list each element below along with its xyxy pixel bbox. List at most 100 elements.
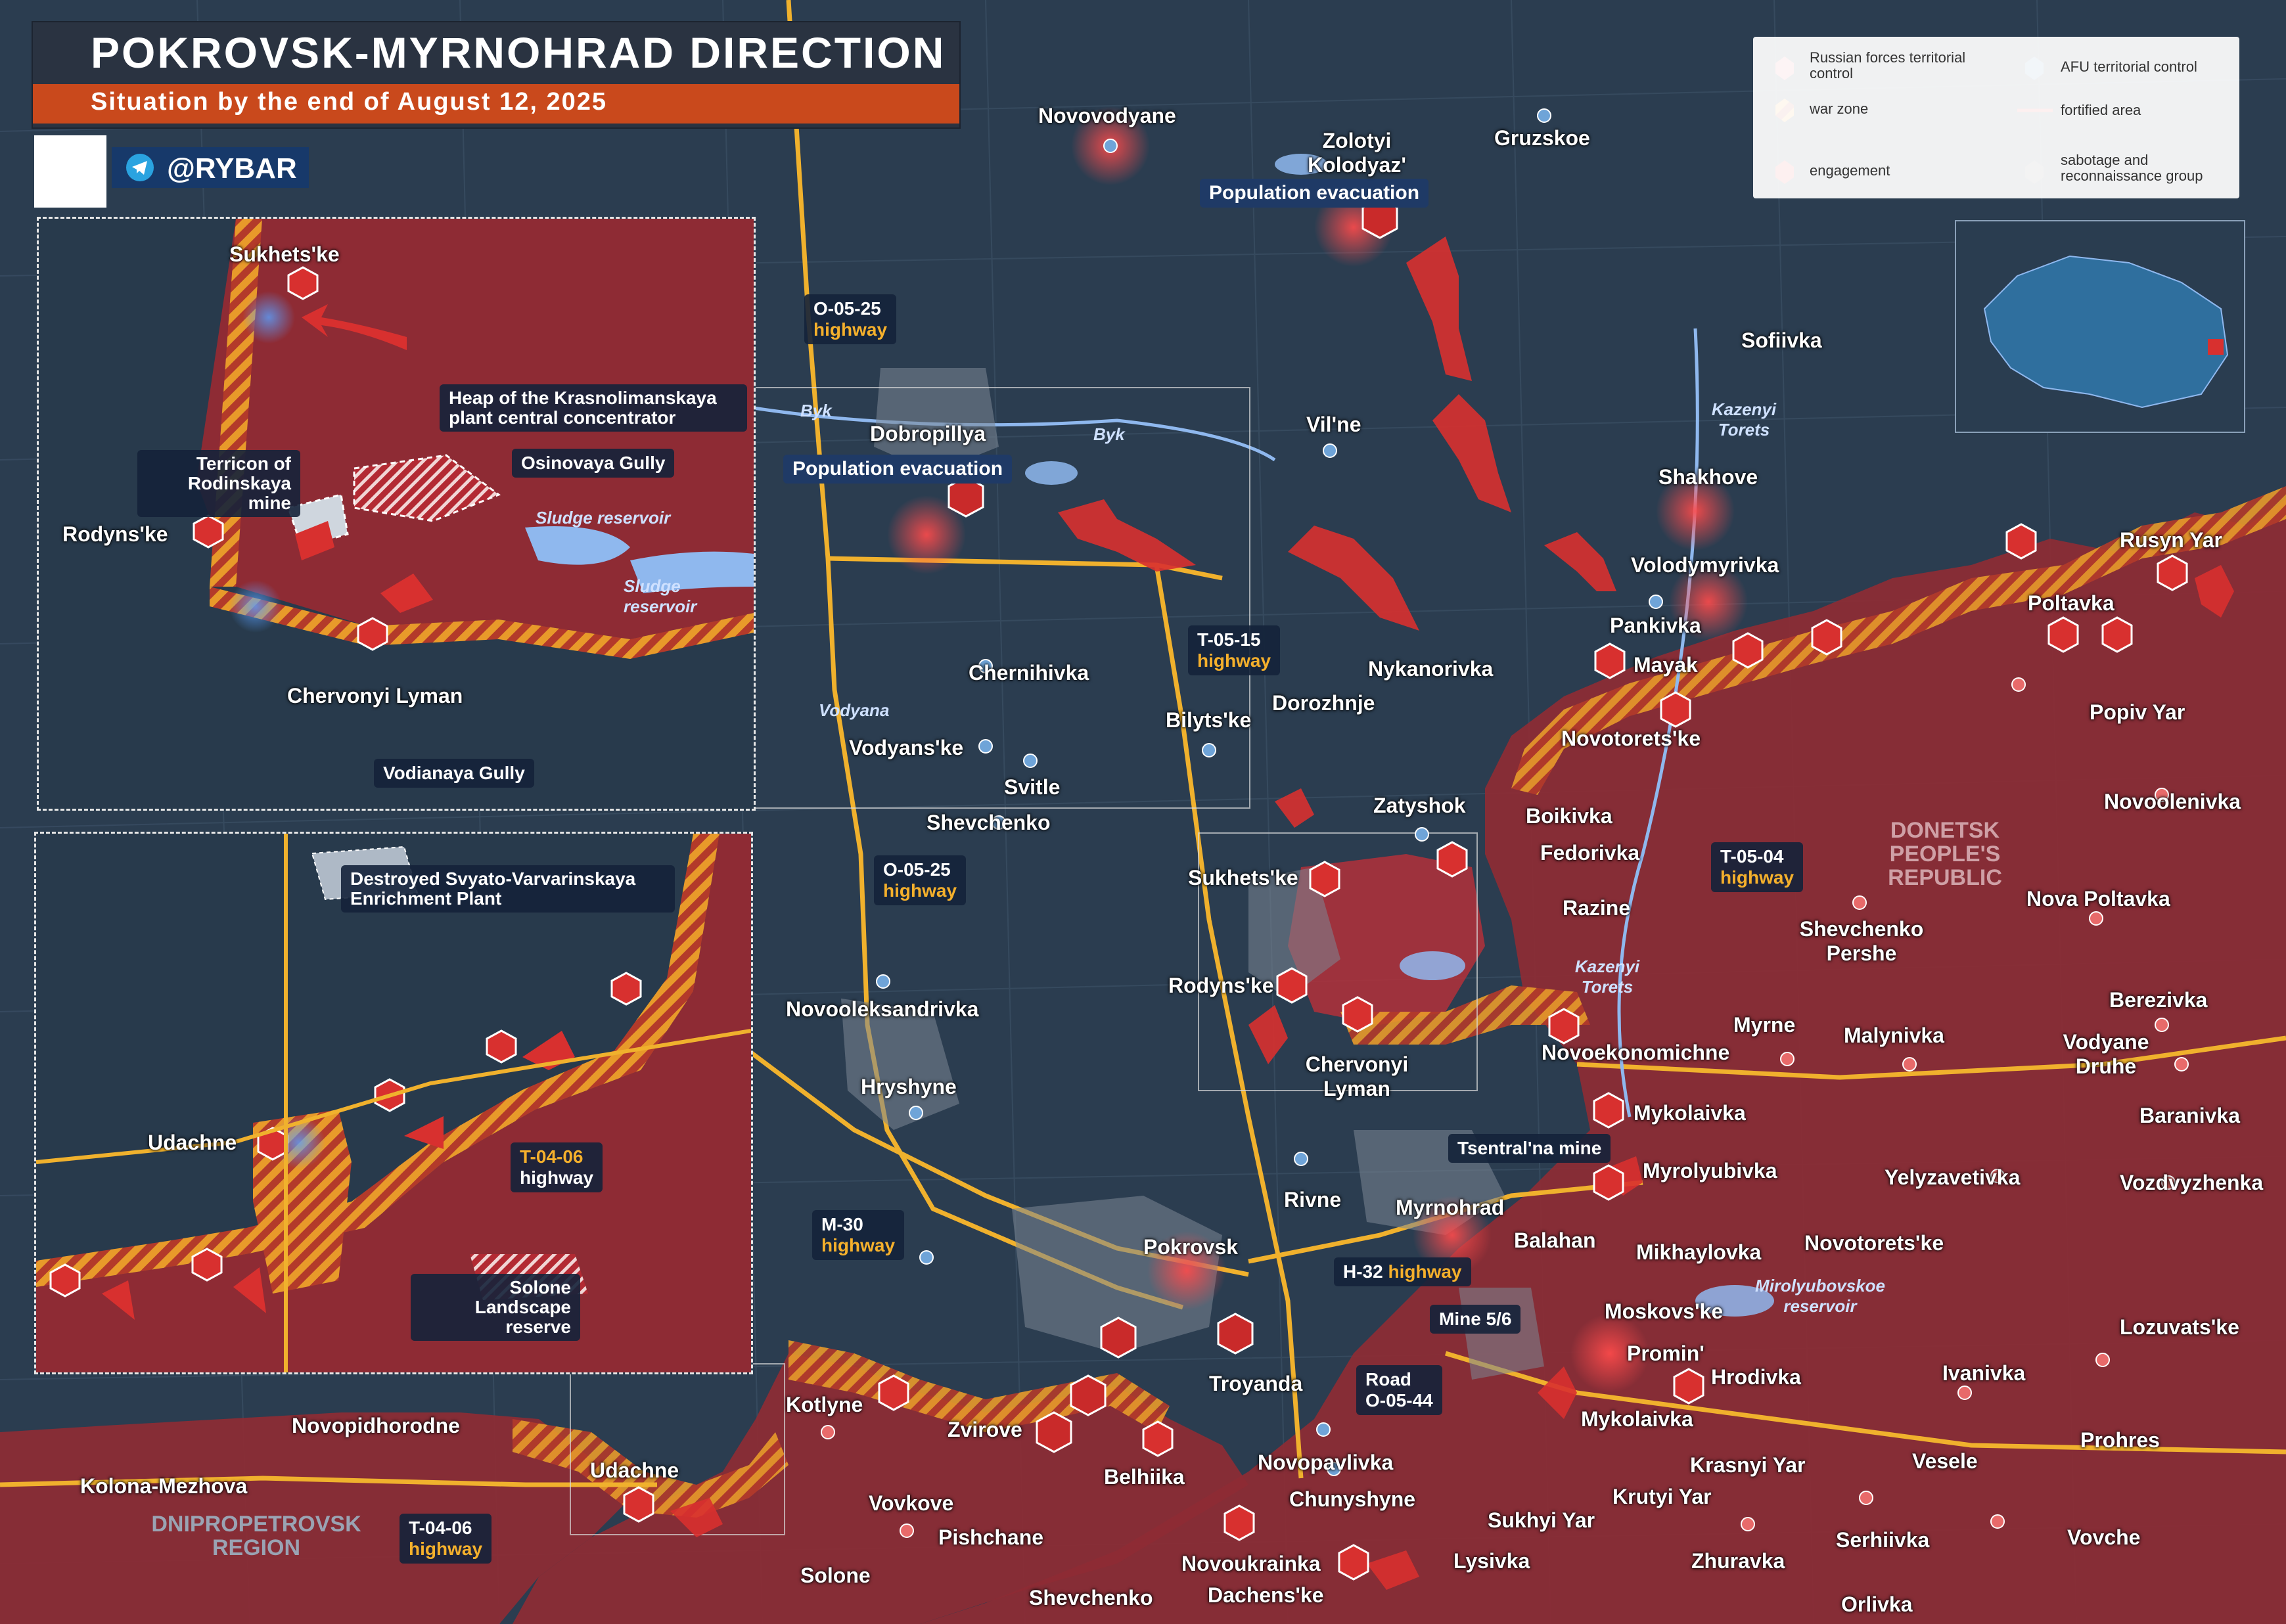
qr-code[interactable]	[34, 135, 106, 208]
place-novotoretske-north: Novotorets'ke	[1561, 727, 1701, 750]
place-gruzskoe: Gruzskoe	[1494, 126, 1590, 150]
ukraine-overview-map	[1955, 220, 2245, 433]
place-ivanivka: Ivanivka	[1942, 1361, 2026, 1385]
place-lozuvatske: Lozuvats'ke	[2120, 1315, 2239, 1339]
place-vozdvyzhenka: Vozdvyzhenka	[2120, 1171, 2264, 1194]
place-belhiika: Belhiika	[1104, 1465, 1185, 1489]
place-shevchenko-south: Shevchenko	[1029, 1586, 1153, 1610]
legend-warzone: war zone	[1810, 101, 1869, 117]
sabotage-icon	[1217, 1313, 1254, 1355]
place-novoekonomichne: Novoekonomichne	[1542, 1041, 1730, 1064]
place-vilne: Vil'ne	[1306, 413, 1361, 436]
legend-engagement: engagement	[1810, 162, 1890, 179]
engagement-icon	[1548, 1008, 1580, 1045]
place-dachenske: Dachens'ke	[1208, 1583, 1324, 1607]
place-boikivka: Boikivka	[1526, 804, 1612, 828]
place-baranivka: Baranivka	[2139, 1104, 2240, 1127]
place-zatyshok: Zatyshok	[1373, 794, 1466, 817]
engagement-icon	[1223, 1504, 1255, 1541]
evacuation-dobropillya: Population evacuation	[783, 455, 1013, 484]
place-troyanda: Troyanda	[1209, 1372, 1303, 1395]
place-svitle: Svitle	[1004, 775, 1061, 799]
place-zolotyi-kolodyaz: Zolotyi Kolodyaz'	[1308, 129, 1406, 177]
inset-water-sludge1: Sludge reservoir	[536, 508, 671, 528]
inset-rodynske: Sukhets'ke Heap of the Krasnolimanskaya …	[37, 217, 756, 811]
inset-udachne: Destroyed Svyato-Varvarinskaya Enrichmen…	[34, 832, 753, 1374]
place-volodymyrivka: Volodymyrivka	[1631, 553, 1779, 577]
engagement-icon	[1338, 1544, 1369, 1581]
place-novotoretske-south: Novotorets'ke	[1804, 1231, 1944, 1255]
engagement-icon	[1593, 1092, 1624, 1129]
place-pokrovsk: Pokrovsk	[1143, 1235, 1239, 1259]
engagement-icon	[2101, 616, 2133, 653]
engagement-icon	[1660, 691, 1691, 728]
place-sofiivka: Sofiivka	[1741, 328, 1822, 352]
water-kazenyi-2: Kazenyi Torets	[1574, 957, 1640, 997]
place-novoukrainka: Novoukrainka	[1181, 1552, 1321, 1575]
brand-handle: @RYBAR	[167, 152, 297, 185]
place-shakhove: Shakhove	[1658, 465, 1758, 489]
place-mykolaivka-south: Mykolaivka	[1581, 1407, 1693, 1431]
road-t0515: T-05-15 highway	[1188, 625, 1281, 675]
engagement-icon	[1276, 967, 1308, 1004]
place-chernihivka: Chernihivka	[969, 661, 1089, 685]
inset-label-osinovaya: Osinovaya Gully	[512, 449, 675, 478]
place-vovche: Vovche	[2067, 1525, 2141, 1549]
engagement-icon	[623, 1486, 654, 1523]
place-myrne: Myrne	[1733, 1013, 1796, 1037]
place-novopavlivka: Novopavlivka	[1258, 1451, 1394, 1474]
place-novooleksandrivka: Novooleksandrivka	[786, 997, 979, 1021]
place-pishchane: Pishchane	[938, 1525, 1044, 1549]
road-t0406: T-04-06 highway	[400, 1514, 492, 1564]
place-nykanorivka: Nykanorivka	[1368, 657, 1494, 681]
road-o0525-south: O-05-25 highway	[874, 855, 967, 905]
engagement-icon	[2047, 616, 2079, 653]
place-razine: Razine	[1563, 896, 1631, 920]
place-fedorivka: Fedorivka	[1540, 841, 1640, 865]
page-subtitle: Situation by the end of August 12, 2025	[91, 88, 608, 116]
place-lysivka: Lysivka	[1453, 1549, 1530, 1573]
legend-russian: Russian forces territorial control	[1810, 49, 1966, 81]
inset-label-heap: Heap of the Krasnolimanskaya plant centr…	[440, 384, 747, 432]
road-o0525-north: O-05-25 highway	[804, 294, 897, 344]
telegram-icon	[126, 154, 154, 181]
inset-label-udachne: Udachne	[148, 1131, 237, 1154]
legend-sabotage: sabotage and reconnaissance group	[2061, 152, 2203, 184]
place-mykolaivka-north: Mykolaivka	[1634, 1101, 1746, 1125]
water-byk-1: Byk	[800, 401, 832, 420]
place-orlivka: Orlivka	[1841, 1592, 1913, 1616]
title-banner: POKROVSK-MYRNOHRAD DIRECTION Situation b…	[33, 22, 959, 127]
place-vodyane-druhe: Vodyane Druhe	[2063, 1030, 2149, 1078]
place-mikhaylovka: Mikhaylovka	[1636, 1240, 1762, 1264]
water-mirolyubovskoe: Mirolyubovskoe reservoir	[1755, 1276, 1885, 1316]
place-popiv-yar: Popiv Yar	[2090, 700, 2185, 724]
engagement-icon	[1142, 1420, 1174, 1457]
road-t0504: T-05-04 highway	[1711, 842, 1804, 892]
place-rodynske: Rodyns'ke	[1168, 974, 1274, 997]
region-dpr: DONETSK PEOPLE'S REPUBLIC	[1888, 818, 2002, 890]
inset-water-sludge2: Sludge reservoir	[624, 576, 697, 616]
place-kotlyne: Kotlyne	[786, 1393, 863, 1416]
place-novopidhorodne: Novopidhorodne	[292, 1414, 460, 1437]
place-solone: Solone	[800, 1564, 871, 1587]
brand-badge[interactable]: @RYBAR	[112, 147, 309, 188]
inset-label-terricon: Terricon of Rodinskaya mine	[137, 450, 300, 517]
place-zhuravka: Zhuravka	[1691, 1549, 1785, 1573]
inset-label-rodynske: Rodyns'ke	[62, 522, 168, 546]
place-kolona-mezhova: Kolona-Mezhova	[80, 1474, 248, 1498]
engagement-icon	[2157, 554, 2188, 591]
engagement-icon	[1436, 841, 1468, 878]
road-o0544: Road O-05-44	[1356, 1365, 1442, 1415]
place-chervonyi-lyman: Chervonyi Lyman	[1305, 1052, 1409, 1100]
legend-fortified: fortified area	[2061, 102, 2141, 118]
place-hryshyne: Hryshyne	[861, 1075, 957, 1098]
engagement-icon	[1811, 619, 1842, 656]
place-sukhyi-yar: Sukhyi Yar	[1488, 1508, 1595, 1532]
engagement-icon	[878, 1374, 909, 1411]
place-krasnyi-yar: Krasnyi Yar	[1690, 1453, 1806, 1477]
engagement-icon	[1732, 632, 1764, 669]
place-nova-poltavka: Nova Poltavka	[2026, 887, 2170, 911]
place-sukhetske: Sukhets'ke	[1188, 866, 1298, 890]
sabotage-icon	[1036, 1411, 1072, 1453]
place-novoolenivka: Novoolenivka	[2104, 790, 2241, 813]
